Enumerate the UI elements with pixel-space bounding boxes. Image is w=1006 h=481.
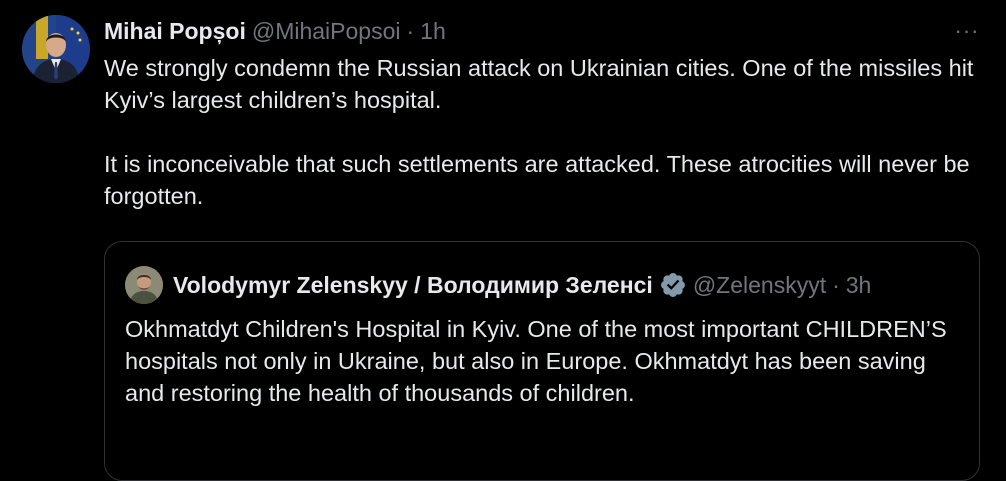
author-name[interactable]: Mihai Popșoi <box>104 18 246 45</box>
quoted-author-avatar[interactable] <box>125 266 163 304</box>
profile-photo-icon <box>22 15 90 83</box>
tweet-paragraph: It is inconceivable that such settlement… <box>104 151 970 209</box>
quoted-tweet-text: Okhmatdyt Children's Hospital in Kyiv. O… <box>125 313 955 409</box>
quoted-tweet-header: Volodymyr Zelenskyy / Володимир Зеленсі … <box>173 268 871 302</box>
tweet-text: We strongly condemn the Russian attack o… <box>104 52 984 212</box>
tweet-paragraph: We strongly condemn the Russian attack o… <box>104 55 974 113</box>
quoted-author-name[interactable]: Volodymyr Zelenskyy / Володимир Зеленсі <box>173 272 653 299</box>
verified-badge-icon <box>660 273 685 297</box>
tweet[interactable]: Mihai Popșoi @MihaiPopsoi · 1h ··· We st… <box>0 0 1006 481</box>
profile-photo-icon <box>125 266 163 304</box>
tweet-header: Mihai Popșoi @MihaiPopsoi · 1h <box>104 16 446 46</box>
quoted-paragraph: Okhmatdyt Children's Hospital in Kyiv. O… <box>125 316 947 406</box>
more-options-icon[interactable]: ··· <box>952 18 982 44</box>
separator-dot: · <box>832 271 840 298</box>
quoted-author-handle[interactable]: @Zelenskyyt <box>693 272 826 299</box>
quoted-timestamp[interactable]: 3h <box>846 272 872 299</box>
author-avatar[interactable] <box>22 15 90 83</box>
quoted-tweet[interactable]: Volodymyr Zelenskyy / Володимир Зеленсі … <box>104 241 980 481</box>
separator-dot: · <box>406 17 415 44</box>
author-handle[interactable]: @MihaiPopsoi <box>252 18 401 45</box>
timestamp[interactable]: 1h <box>420 18 446 45</box>
